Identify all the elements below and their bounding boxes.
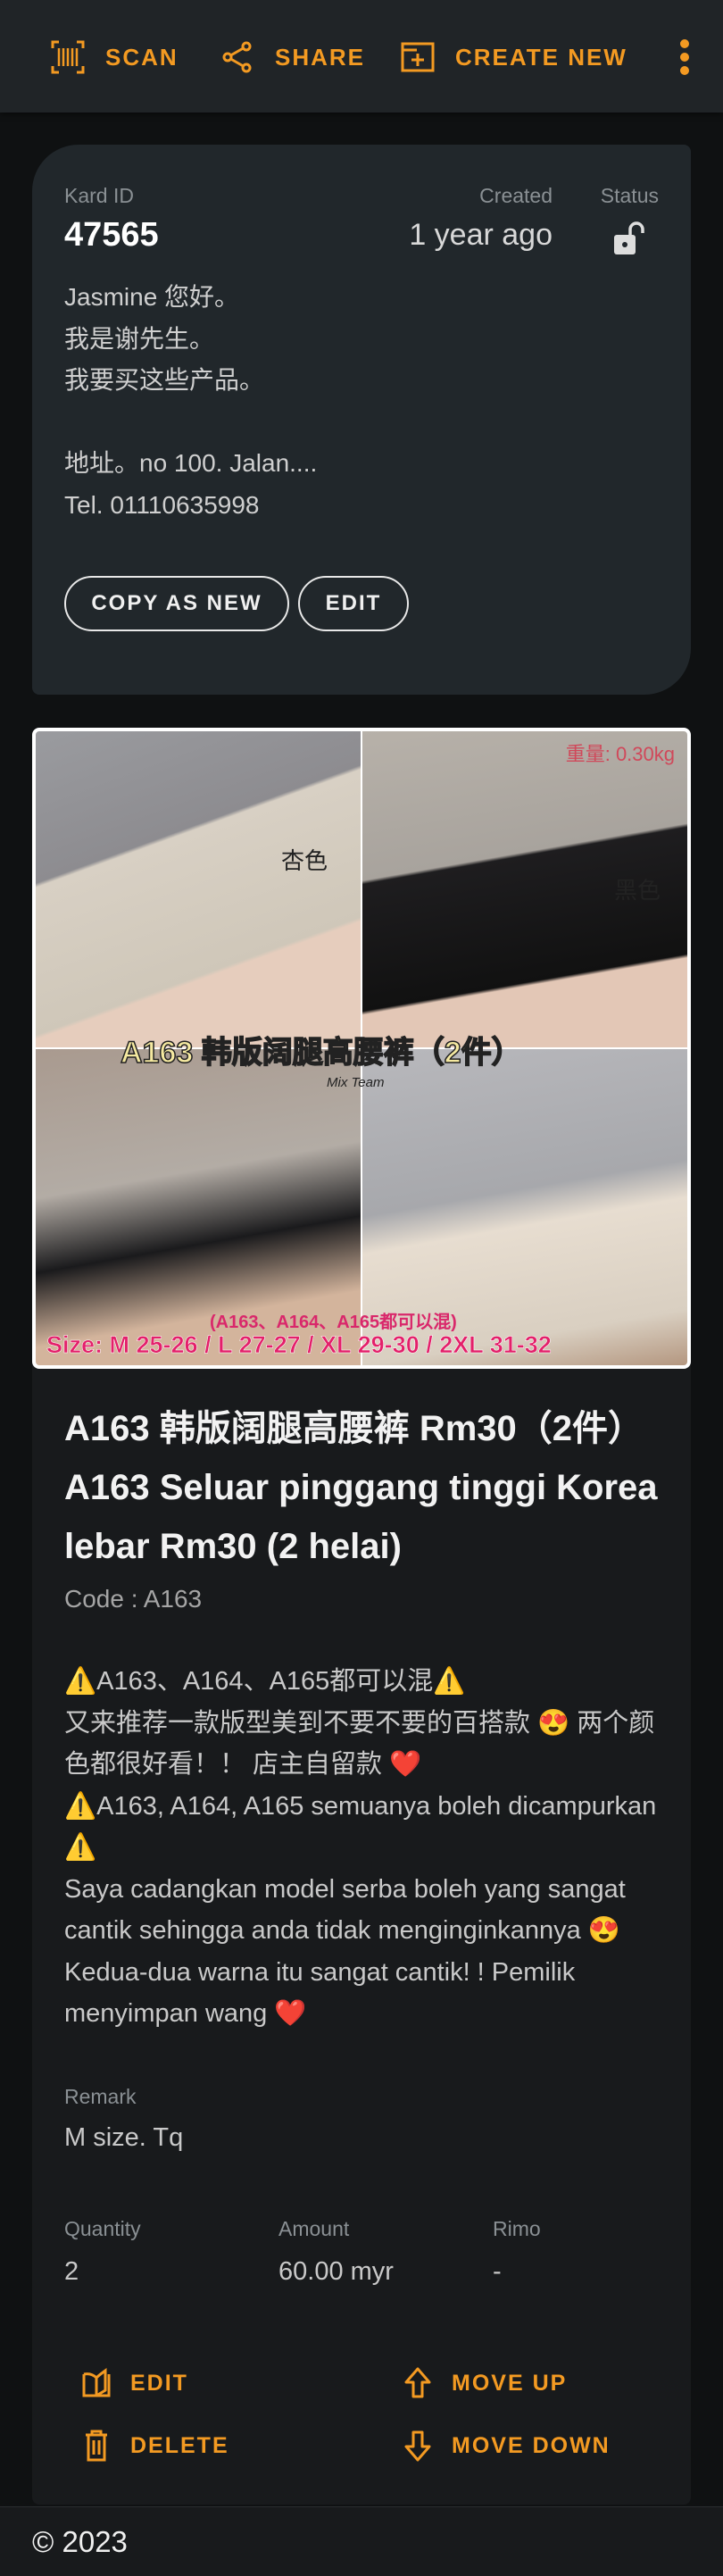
- rimo-value: -: [493, 2257, 502, 2286]
- share-button[interactable]: SHARE: [207, 34, 378, 80]
- item-code: Code : A163: [64, 1585, 203, 1613]
- kard-id: 47565: [64, 216, 159, 254]
- lock-open-icon[interactable]: [612, 221, 646, 256]
- kard-description: Jasmine 您好。 我是谢先生。 我要买这些产品。 地址。no 100. J…: [64, 283, 318, 519]
- created-value: 1 year ago: [409, 218, 553, 252]
- item-card: 杏色 重量: 0.30kg 黑色 A163 韩版阔腿高腰裤（2件） Mix Te…: [32, 728, 691, 2505]
- arrow-up-icon: [404, 2367, 431, 2398]
- amount-value: 60.00 myr: [278, 2257, 394, 2286]
- item-title: A163 韩版阔腿高腰裤 Rm30（2件） A163 Seluar pingga…: [64, 1409, 658, 1566]
- product-image[interactable]: 杏色 重量: 0.30kg 黑色 A163 韩版阔腿高腰裤（2件） Mix Te…: [32, 728, 691, 1369]
- footer: © 2023: [0, 2506, 723, 2576]
- image-brand-text: Mix Team: [327, 1075, 385, 1090]
- move-down-label: MOVE DOWN: [452, 2432, 611, 2458]
- move-up-button[interactable]: MOVE UP: [389, 2356, 581, 2410]
- status-label: Status: [600, 184, 659, 207]
- remark-label: Remark: [64, 2085, 137, 2108]
- edit-kard-button[interactable]: EDIT: [298, 576, 409, 631]
- amount-label: Amount: [278, 2217, 350, 2240]
- image-weight-text: 重量: 0.30kg: [565, 743, 675, 765]
- image-quadrant: 重量: 0.30kg 黑色: [362, 731, 687, 1047]
- image-mix-text: (A163、A164、A165都可以混): [210, 1313, 457, 1332]
- copyright-text: © 2023: [32, 2525, 128, 2558]
- quantity-label: Quantity: [64, 2217, 141, 2240]
- more-menu-icon[interactable]: [671, 36, 698, 79]
- remark-value: M size. Tq: [64, 2123, 184, 2152]
- edit-item-label: EDIT: [130, 2370, 188, 2396]
- image-size-text: Size: M 25-26 / L 27-27 / XL 29-30 / 2XL…: [46, 1331, 552, 1359]
- image-quadrant: 杏色: [36, 731, 361, 1047]
- delete-item-button[interactable]: DELETE: [68, 2419, 244, 2472]
- trash-icon: [86, 2430, 107, 2462]
- edit-item-button[interactable]: EDIT: [68, 2356, 203, 2410]
- copy-as-new-button[interactable]: COPY AS NEW: [64, 576, 289, 631]
- kard-id-label: Kard ID: [64, 184, 134, 207]
- rimo-label: Rimo: [493, 2217, 541, 2240]
- share-icon: [222, 41, 252, 73]
- move-down-button[interactable]: MOVE DOWN: [389, 2419, 625, 2472]
- barcode-scan-icon: [51, 40, 85, 74]
- add-folder-icon: [401, 42, 435, 72]
- item-description: ⚠️A163、A164、A165都可以混⚠️ 又来推荐一款版型美到不要不要的百搭…: [64, 1667, 657, 2028]
- image-color2-text: 黑色: [613, 877, 661, 904]
- created-label: Created: [479, 184, 553, 207]
- quantity-value: 2: [64, 2257, 79, 2286]
- share-label: SHARE: [275, 43, 366, 71]
- top-toolbar: SCAN SHARE CREATE NEW: [0, 0, 723, 113]
- delete-item-label: DELETE: [130, 2432, 229, 2458]
- image-headline-text: A163 韩版阔腿高腰裤（2件）: [120, 1035, 522, 1071]
- create-new-label: CREATE NEW: [455, 43, 627, 71]
- arrow-down-icon: [404, 2430, 431, 2462]
- scan-label: SCAN: [105, 43, 179, 71]
- book-edit-icon: [82, 2368, 111, 2397]
- kard-card: Kard ID 47565 Created 1 year ago Status …: [32, 145, 691, 695]
- move-up-label: MOVE UP: [452, 2370, 568, 2396]
- create-new-button[interactable]: CREATE NEW: [387, 34, 640, 80]
- image-color1-text: 杏色: [281, 847, 328, 874]
- scan-button[interactable]: SCAN: [37, 34, 191, 80]
